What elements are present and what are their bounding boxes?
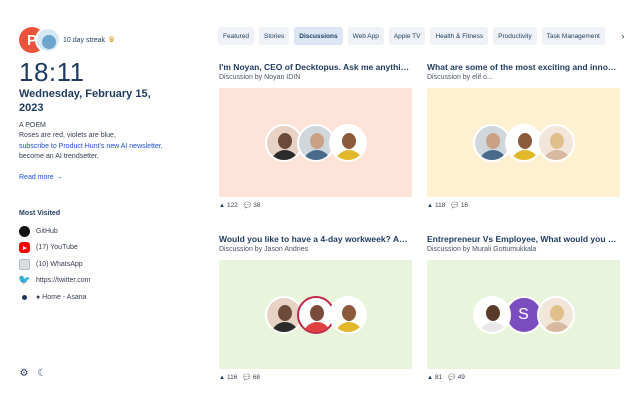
secondary-avatar[interactable]	[35, 27, 61, 53]
card-image[interactable]	[427, 88, 620, 197]
card-author: Discussion by Jason Andries	[219, 246, 309, 253]
participant-avatar	[536, 123, 575, 162]
discussion-card[interactable]: Would you like to have a 4-day workweek?…	[219, 234, 412, 381]
card-title[interactable]: Would you like to have a 4-day workweek?…	[219, 234, 412, 245]
streak-badge: 10 day streak ♛	[63, 35, 115, 44]
upvote-icon: ▲	[427, 375, 433, 381]
read-more-link[interactable]: Read more →	[19, 174, 63, 181]
poem-newsletter-link[interactable]: subscribe to Product Hunt's new AI newsl…	[19, 142, 179, 153]
card-stats: ▲ 81 💬 49	[427, 374, 620, 381]
tab-task-management[interactable]: Task Management	[541, 27, 605, 45]
tab-health-fitness[interactable]: Health & Fitness	[430, 27, 489, 45]
poem-title: A POEM	[19, 122, 46, 129]
clock: 18:11	[19, 57, 85, 87]
card-image[interactable]	[219, 260, 412, 369]
comment-icon: 💬	[243, 203, 252, 209]
upvote-icon: ▲	[219, 375, 225, 381]
most-visited-label: (10) WhatsApp	[36, 260, 83, 268]
comment-count[interactable]: 💬 49	[448, 374, 465, 381]
asana-icon	[19, 292, 30, 303]
discussion-card[interactable]: What are some of the most exciting and i…	[427, 62, 620, 209]
streak-label: 10 day streak	[63, 37, 106, 44]
card-stats: ▲ 122 💬 38	[219, 202, 412, 209]
participant-avatar	[536, 295, 575, 334]
upvote-count[interactable]: ▲ 122	[219, 202, 238, 209]
date: Wednesday, February 15, 2023	[19, 88, 151, 114]
card-title[interactable]: Entrepreneur Vs Employee, What would you…	[427, 234, 620, 245]
most-visited-item-whatsapp[interactable]: (10) WhatsApp	[19, 256, 189, 273]
participant-avatars	[264, 295, 367, 334]
most-visited-title: Most Visited	[19, 210, 61, 217]
category-tabs: Featured Stories Discussions Web App App…	[218, 27, 640, 45]
avatar-group[interactable]: P	[19, 27, 61, 53]
comment-icon: 💬	[451, 203, 459, 209]
participant-avatars	[472, 123, 575, 162]
crown-icon: ♛	[108, 35, 116, 44]
tab-productivity[interactable]: Productivity	[493, 27, 537, 45]
participant-avatar	[328, 295, 367, 334]
most-visited-label: https://twitter.com	[36, 277, 91, 285]
discussion-card[interactable]: I'm Noyan, CEO of Decktopus. Ask me anyt…	[219, 62, 412, 209]
most-visited-label: ● Home - Asana	[36, 293, 87, 301]
chevron-right-icon[interactable]: ›	[606, 27, 640, 45]
whatsapp-icon	[19, 258, 30, 270]
twitter-icon: 🐦	[18, 275, 31, 287]
poem-text: Roses are red, violets are blue, subscri…	[19, 131, 179, 163]
tab-apple-tv[interactable]: Apple TV	[388, 27, 426, 45]
moon-icon[interactable]: ☾	[37, 369, 47, 379]
card-image[interactable]	[219, 88, 412, 197]
comment-icon: 💬	[243, 375, 251, 381]
upvote-count[interactable]: ▲ 118	[427, 202, 445, 209]
tab-stories[interactable]: Stories	[259, 27, 290, 45]
most-visited-item-youtube[interactable]: (17) YouTube	[19, 240, 189, 257]
tab-discussions[interactable]: Discussions	[294, 27, 343, 45]
most-visited-item-github[interactable]: GitHub	[19, 223, 189, 240]
card-author: Discussion by Noyan IDIN	[219, 74, 301, 81]
tab-web-app[interactable]: Web App	[347, 27, 384, 45]
participant-avatars: S	[472, 295, 575, 334]
card-title[interactable]: I'm Noyan, CEO of Decktopus. Ask me anyt…	[219, 62, 412, 73]
comment-count[interactable]: 💬 16	[451, 202, 468, 209]
github-icon	[19, 225, 30, 237]
sidebar: P 10 day streak ♛ 18:11 Wednesday, Februa…	[0, 0, 200, 400]
most-visited-label: GitHub	[36, 227, 58, 235]
upvote-icon: ▲	[427, 203, 433, 209]
upvote-count[interactable]: ▲ 116	[219, 374, 237, 381]
most-visited-label: (17) YouTube	[36, 244, 78, 252]
comment-icon: 💬	[448, 375, 456, 381]
tab-featured[interactable]: Featured	[218, 27, 255, 45]
participant-avatars	[264, 123, 367, 162]
card-author: Discussion by elif o...	[427, 74, 493, 81]
comment-count[interactable]: 💬 68	[243, 374, 260, 381]
most-visited-item-twitter[interactable]: 🐦 https://twitter.com	[18, 273, 189, 290]
discussion-card[interactable]: Entrepreneur Vs Employee, What would you…	[427, 234, 620, 381]
most-visited-list: GitHub (17) YouTube (10) WhatsApp 🐦 http…	[18, 223, 189, 306]
gear-icon[interactable]: ⚙	[19, 369, 29, 379]
youtube-icon	[19, 242, 30, 254]
bottom-toolbar: ⚙ ☾	[19, 369, 47, 379]
upvote-count[interactable]: ▲ 81	[427, 374, 442, 381]
card-title[interactable]: What are some of the most exciting and i…	[427, 62, 620, 73]
upvote-icon: ▲	[219, 203, 225, 209]
poem-line: Roses are red, violets are blue,	[19, 132, 116, 139]
comment-count[interactable]: 💬 38	[244, 202, 261, 209]
most-visited-item-asana[interactable]: ● Home - Asana	[19, 289, 189, 306]
card-stats: ▲ 118 💬 16	[427, 202, 620, 209]
poem-line: become an AI trendsetter,	[19, 153, 99, 160]
card-author: Discussion by Murali Gottumukkala	[427, 246, 537, 253]
card-stats: ▲ 116 💬 68	[219, 374, 412, 381]
participant-avatar	[328, 123, 367, 162]
participant-avatar	[472, 295, 511, 334]
card-image[interactable]: S	[427, 260, 620, 369]
